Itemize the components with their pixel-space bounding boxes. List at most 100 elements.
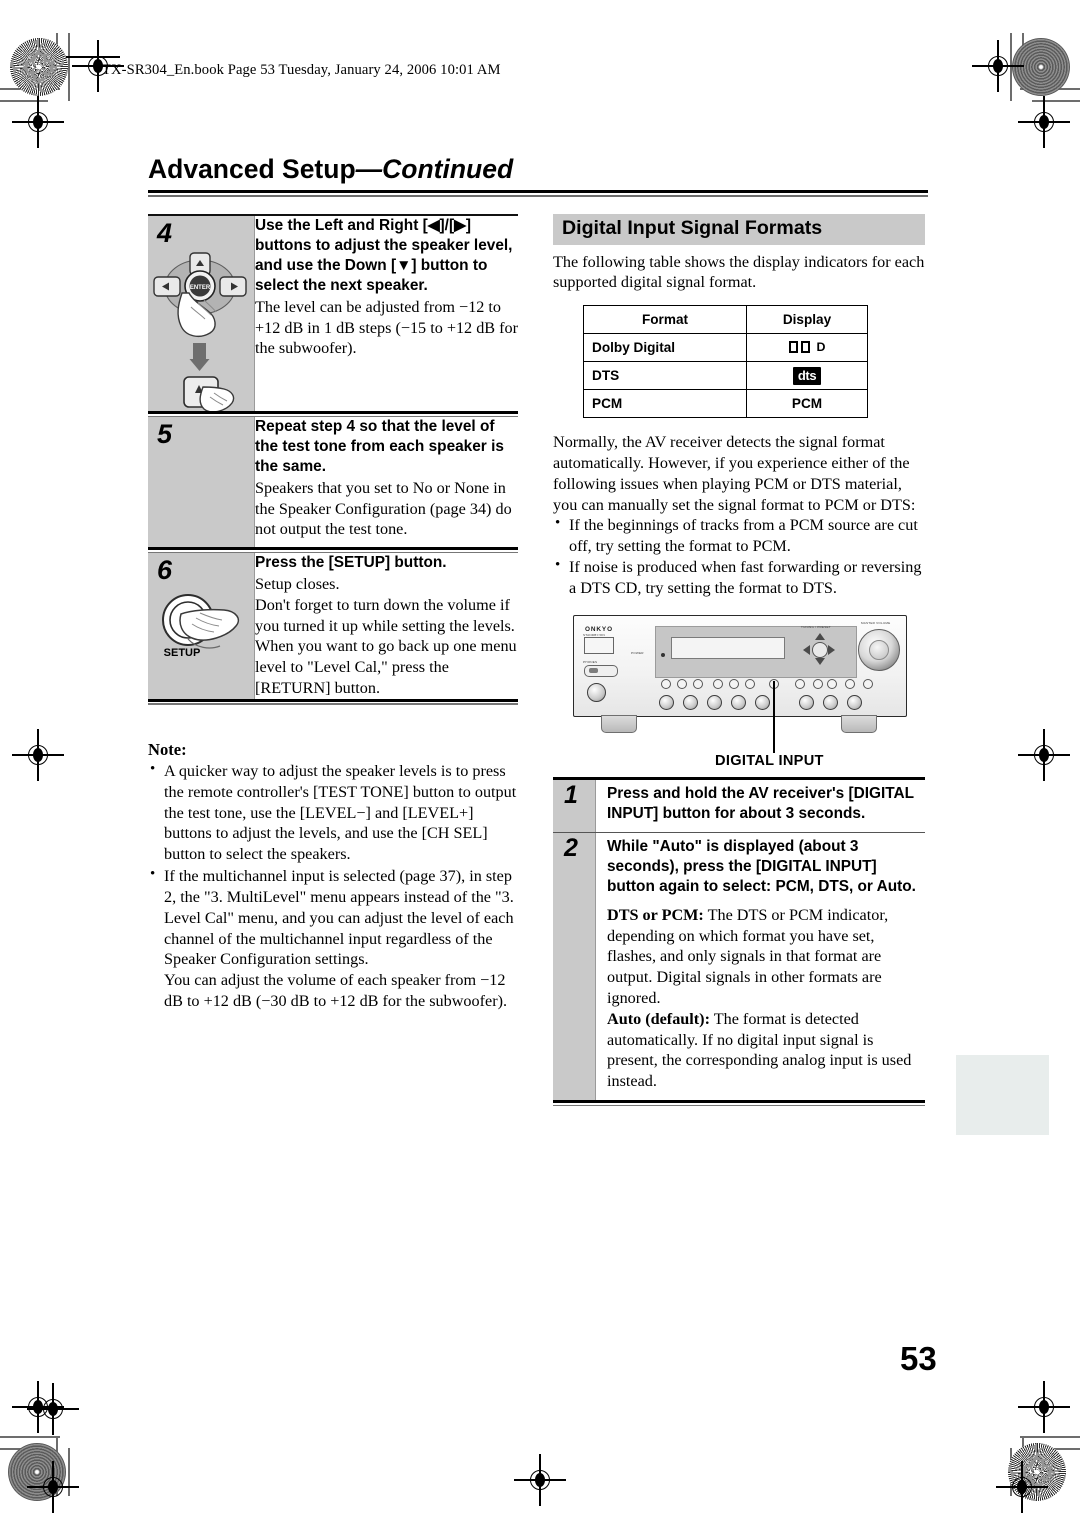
table-row: Dolby Digital D [583, 333, 868, 363]
receiver-tuning-label: TUNING / PRESET [801, 624, 831, 629]
step-detail: Speakers that you set to No or None in t… [255, 478, 512, 539]
receiver-button [745, 678, 755, 689]
step-number: 2 [564, 834, 578, 863]
registration-mark [1018, 729, 1070, 781]
registration-mark [1018, 96, 1070, 148]
receiver-knob [755, 694, 770, 710]
gray-density-mark [1012, 38, 1070, 96]
crop-line [0, 1436, 60, 1438]
note-item: If the multichannel input is selected (p… [148, 865, 520, 1012]
step-number: 6 [157, 555, 173, 586]
svg-text:SETUP: SETUP [164, 647, 201, 659]
title-rule-thick [148, 189, 928, 193]
dolby-right-bar [800, 340, 810, 353]
format-name: PCM [583, 389, 747, 419]
definitions-gutter [553, 904, 596, 1101]
registration-mark [1018, 1381, 1070, 1433]
definitions-cell: DTS or PCM: The DTS or PCM indicator, de… [595, 904, 925, 1101]
page-title-main: Advanced Setup [148, 154, 356, 184]
step-table-1: 1 Press and hold the AV receiver's [DIGI… [553, 779, 925, 832]
crop-line [1020, 1436, 1080, 1438]
receiver-button [729, 678, 739, 689]
dolby-digital-icon: D [788, 340, 825, 354]
section-body-paragraph: Normally, the AV receiver detects the si… [553, 433, 916, 514]
receiver-button [693, 678, 703, 689]
dpad-up-icon [815, 632, 825, 640]
step-number-cell: 5 [148, 417, 255, 548]
receiver-knob [659, 694, 674, 710]
receiver-knob [799, 694, 814, 710]
definition-auto: Auto (default): The format is detected a… [607, 1009, 925, 1092]
column-header-display: Display [746, 305, 868, 335]
step-instruction: While "Auto" is displayed (about 3 secon… [607, 838, 916, 895]
registration-mark [972, 40, 1024, 92]
right-column: Digital Input Signal Formats The followi… [553, 214, 925, 1106]
dpad-right-icon [828, 644, 835, 655]
registration-mark [12, 729, 64, 781]
step-table-5: 5 Repeat step 4 so that the level of the… [148, 417, 518, 548]
display-indicator: PCM [746, 389, 868, 419]
callout-area: DIGITAL INPUT [553, 680, 925, 777]
step-detail: The level can be adjusted from −12 to +1… [255, 297, 519, 358]
registration-mark [514, 1454, 566, 1506]
step-divider-thin [148, 703, 518, 705]
left-column: 4 ENTER Use the Left and Right [◀]/[▶] b… [148, 214, 518, 705]
dpad-illustration-svg: ENTER [153, 252, 247, 413]
onkyo-brand-logo: ONKYO [585, 625, 613, 633]
receiver-knob [587, 682, 606, 702]
receiver-button [863, 678, 873, 689]
step-detail: Setup closes. Don't forget to turn down … [255, 575, 517, 698]
dpad-enter-icon [812, 641, 828, 658]
format-name: Dolby Digital [583, 333, 747, 363]
registration-mark [27, 1383, 79, 1435]
table-row: PCM PCM [583, 389, 868, 419]
receiver-knob [847, 694, 862, 710]
receiver-phones-label: PHONES [583, 659, 598, 664]
note-list: A quicker way to adjust the speaker leve… [148, 760, 520, 1012]
file-header-line: TX-SR304_En.book Page 53 Tuesday, Januar… [102, 62, 501, 78]
step-body-cell: While "Auto" is displayed (about 3 secon… [595, 833, 925, 905]
receiver-knob [683, 694, 698, 710]
callout-leader-line [773, 680, 775, 753]
receiver-master-volume-knob [858, 628, 900, 671]
definition-term: DTS or PCM: [607, 905, 704, 924]
dts-logo-icon: dts [792, 366, 822, 385]
dpad-down-icon [815, 657, 825, 665]
page-title-continued: —Continued [355, 154, 514, 184]
section-intro: The following table shows the display in… [553, 252, 925, 292]
receiver-knob [731, 694, 746, 710]
table-header-row: Format Display [583, 305, 868, 335]
step-table-6: 6 SETUP Press the [SETUP] button. Setup … [148, 553, 518, 699]
registration-mark [996, 1461, 1048, 1513]
step-body-cell: Use the Left and Right [◀]/[▶] buttons t… [254, 216, 519, 412]
step-table-4: 4 ENTER Use the Left and Right [◀]/[▶] b… [148, 216, 519, 413]
crop-line [0, 100, 48, 102]
receiver-volume-label: MASTER VOLUME [861, 620, 891, 625]
step-number: 1 [564, 780, 578, 809]
note-item: A quicker way to adjust the speaker leve… [148, 760, 520, 865]
note-heading: Note: [148, 740, 187, 759]
step-number-cell: 4 ENTER [148, 216, 255, 413]
receiver-knob [823, 694, 838, 710]
dpad-left-icon [803, 644, 810, 655]
receiver-button [845, 678, 855, 689]
receiver-dpad [803, 632, 835, 665]
thumb-tab-marker [956, 1055, 1049, 1135]
step-instruction: Press and hold the AV receiver's [DIGITA… [607, 784, 914, 822]
step-divider [553, 1100, 925, 1104]
step-divider-thin [553, 1104, 925, 1106]
receiver-foot [601, 714, 637, 733]
section-bullet-list: If the beginnings of tracks from a PCM s… [553, 514, 925, 598]
step-divider [148, 547, 518, 551]
setup-illustration-svg: SETUP [162, 594, 240, 659]
av-receiver-illustration: ONKYO TUNING / PRESET MASTER VOLUME STAN… [573, 614, 907, 733]
manual-page: TX-SR304_En.book Page 53 Tuesday, Januar… [0, 0, 1080, 1528]
step-body-cell: Press and hold the AV receiver's [DIGITA… [595, 779, 925, 832]
receiver-button [813, 678, 823, 689]
step-body-cell: Repeat step 4 so that the level of the t… [254, 417, 518, 548]
step-number-cell: 2 [553, 833, 596, 905]
registration-mark [12, 96, 64, 148]
column-header-format: Format [583, 305, 747, 335]
format-display-table: Format Display Dolby Digital D DTS dts P… [583, 305, 868, 419]
step-divider [148, 411, 518, 415]
